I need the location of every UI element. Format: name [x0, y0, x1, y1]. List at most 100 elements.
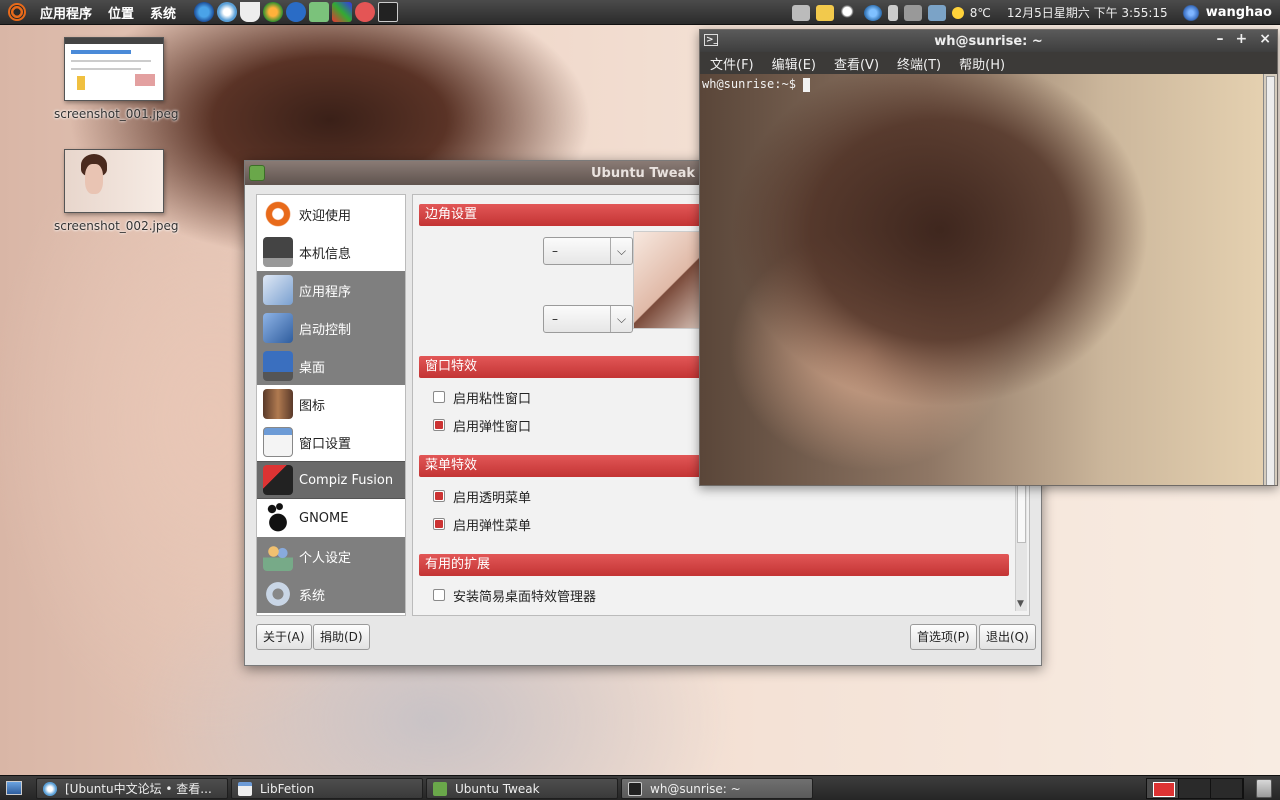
minimize-icon[interactable]: –	[1217, 31, 1224, 47]
menu-system[interactable]: 系统	[142, 3, 184, 22]
taskbar-item-libfetion[interactable]: LibFetion	[231, 778, 423, 799]
chevron-down-icon[interactable]: ▼	[1017, 599, 1024, 609]
battery-icon[interactable]	[927, 4, 946, 21]
terminal-launcher-icon[interactable]	[378, 2, 399, 22]
terminal-titlebar[interactable]: >_ wh@sunrise: ~ – + ×	[700, 30, 1277, 52]
firefox-icon[interactable]	[194, 2, 215, 22]
temperature[interactable]: 8℃	[970, 6, 991, 20]
menu-places[interactable]: 位置	[100, 3, 142, 22]
taskbar-item-tweak[interactable]: Ubuntu Tweak	[426, 778, 618, 799]
sidebar-item-label: Compiz Fusion	[299, 472, 394, 488]
shell-prompt: wh@sunrise:~$	[702, 77, 804, 91]
sidebar-item-desktop[interactable]: 桌面	[257, 347, 405, 385]
sidebar-item-label: 图标	[299, 398, 326, 414]
taskbar-item-browser[interactable]: [Ubuntu中文论坛 • 查看...	[36, 778, 228, 799]
sidebar-item-label: 应用程序	[299, 284, 352, 300]
window-controls: – + ×	[1217, 31, 1271, 47]
checkbox-label: 启用透明菜单	[453, 490, 532, 506]
quit-button[interactable]: 退出(Q)	[979, 624, 1036, 650]
about-button[interactable]: 关于(A)	[256, 624, 312, 650]
checkbox-box[interactable]	[433, 490, 445, 502]
applications-icon	[263, 275, 293, 305]
camera-icon[interactable]	[791, 4, 810, 21]
sidebar-item-gnome[interactable]: GNOME	[257, 499, 405, 537]
settings-scrollbar[interactable]: ▼	[1015, 483, 1027, 611]
terminal-output[interactable]: wh@sunrise:~$	[700, 74, 1263, 485]
wobbly-menu-checkbox[interactable]: 启用弹性菜单	[433, 514, 531, 534]
menu-edit[interactable]: 编辑(E)	[772, 54, 816, 73]
workspace-1[interactable]	[1147, 779, 1179, 798]
workspace-2[interactable]	[1179, 779, 1211, 798]
menu-applications[interactable]: 应用程序	[32, 3, 100, 22]
checkbox-label: 启用弹性窗口	[453, 419, 532, 435]
chat-icon[interactable]	[263, 2, 284, 22]
wobbly-window-checkbox[interactable]: 启用弹性窗口	[433, 415, 531, 435]
startup-icon	[263, 313, 293, 343]
maps-icon[interactable]	[332, 2, 353, 22]
sidebar-item-icons[interactable]: 图标	[257, 385, 405, 423]
menu-terminal[interactable]: 终端(T)	[897, 54, 941, 73]
coffee-icon[interactable]	[240, 2, 261, 22]
sidebar-item-welcome[interactable]: 欢迎使用	[257, 195, 405, 233]
checkbox-box[interactable]	[433, 589, 445, 601]
editor-icon[interactable]	[309, 2, 330, 22]
checkbox-label: 安装简易桌面特效管理器	[453, 589, 597, 605]
menu-file[interactable]: 文件(F)	[710, 54, 754, 73]
sidebar-item-applications[interactable]: 应用程序	[257, 271, 405, 309]
preferences-button[interactable]: 首选项(P)	[910, 624, 977, 650]
launchers	[194, 2, 399, 22]
close-icon[interactable]: ×	[1259, 31, 1271, 47]
corner-top-select[interactable]: – ⌵	[543, 237, 633, 265]
checkbox-box[interactable]	[433, 391, 445, 403]
ubuntu-logo-icon[interactable]	[8, 3, 26, 21]
trash-icon[interactable]	[1256, 779, 1272, 798]
terminal-icon: >_	[704, 34, 719, 46]
desktop-file[interactable]: screenshot_002.jpeg	[54, 149, 178, 233]
sidebar-item-window[interactable]: 窗口设置	[257, 423, 405, 461]
sticky-window-checkbox[interactable]: 启用粘性窗口	[433, 387, 531, 407]
network-icon[interactable]	[903, 4, 922, 21]
volume-icon[interactable]	[887, 4, 898, 21]
window-icon	[263, 427, 293, 457]
sidebar-item-personal[interactable]: 个人设定	[257, 537, 405, 575]
file-thumbnail	[64, 149, 164, 213]
task-label: [Ubuntu中文论坛 • 查看...	[65, 782, 212, 796]
sidebar-item-startup[interactable]: 启动控制	[257, 309, 405, 347]
checkbox-box[interactable]	[433, 518, 445, 530]
donate-button[interactable]: 捐助(D)	[313, 624, 370, 650]
desktop-file[interactable]: screenshot_001.jpeg	[54, 37, 178, 121]
sidebar-item-compiz[interactable]: Compiz Fusion	[257, 461, 405, 499]
user-switcher[interactable]: wanghao	[1206, 5, 1272, 20]
show-desktop-icon[interactable]	[0, 776, 28, 800]
workspace-3[interactable]	[1211, 779, 1243, 798]
checkbox-box[interactable]	[433, 419, 445, 431]
maximize-icon[interactable]: +	[1236, 31, 1248, 47]
sidebar-item-system[interactable]: 系统	[257, 575, 405, 613]
search-icon[interactable]	[839, 4, 858, 21]
browser-icon[interactable]	[217, 2, 238, 22]
menu-view[interactable]: 查看(V)	[834, 54, 879, 73]
compiz-icon	[263, 465, 293, 495]
clock[interactable]: 12月5日星期六 下午 3:55:15	[1007, 4, 1168, 21]
scrollbar-thumb[interactable]	[1017, 483, 1026, 543]
transparent-menu-checkbox[interactable]: 启用透明菜单	[433, 486, 531, 506]
workspace-switcher[interactable]	[1146, 778, 1244, 799]
taskbar-item-terminal[interactable]: wh@sunrise: ~	[621, 778, 813, 799]
computer-icon	[263, 237, 293, 267]
system-gear-icon	[263, 579, 293, 609]
browser-icon	[43, 781, 57, 796]
weather-swirl-icon[interactable]	[863, 4, 882, 21]
music-icon[interactable]	[355, 2, 376, 22]
corner-bottom-select[interactable]: – ⌵	[543, 305, 633, 333]
sidebar-item-label: 窗口设置	[299, 436, 352, 452]
combo-value: –	[552, 244, 558, 258]
fetion-icon[interactable]	[286, 2, 307, 22]
simple-ccsm-checkbox[interactable]: 安装简易桌面特效管理器	[433, 585, 596, 605]
menu-help[interactable]: 帮助(H)	[959, 54, 1005, 73]
folder-icon[interactable]	[815, 4, 834, 21]
sidebar-item-label: 系统	[299, 588, 326, 604]
personal-icon	[263, 541, 293, 571]
scrollbar-thumb[interactable]	[1266, 76, 1275, 485]
terminal-scrollbar[interactable]	[1263, 74, 1277, 485]
sidebar-item-computer[interactable]: 本机信息	[257, 233, 405, 271]
